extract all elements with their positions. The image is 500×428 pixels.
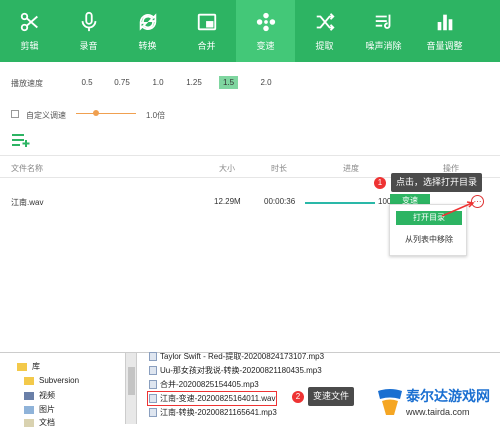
speed-option-0.75[interactable]: 0.75 (111, 76, 133, 89)
step-badge-1: 1 (374, 177, 386, 189)
divider (0, 155, 500, 156)
explorer-nav-pane: 库 Subversion 视频 图片 文档 (0, 353, 126, 427)
main-toolbar: 剪辑 录音 转换 合并 变速 提取 噪声消除 音量调整 (0, 0, 500, 62)
file-size-cell: 12.29M (214, 197, 241, 206)
tool-record[interactable]: 录音 (59, 0, 118, 62)
file-name-cell: 江南.wav (11, 198, 44, 207)
watermark-url: www.tairda.com (406, 407, 470, 417)
tool-cut[interactable]: 剪辑 (0, 0, 59, 62)
tool-label: 音量调整 (426, 40, 463, 51)
column-header-progress: 进度 (343, 164, 359, 173)
remove-from-list-item[interactable]: 从列表中移除 (390, 234, 468, 245)
audio-file-icon (149, 352, 157, 362)
site-watermark: 泰尔达游戏网 www.tairda.com (372, 381, 500, 423)
column-header-duration: 时长 (271, 164, 287, 173)
tool-noise[interactable]: 噪声消除 (354, 0, 413, 62)
custom-speed-value: 1.0倍 (146, 111, 166, 120)
speed-option-2.0[interactable]: 2.0 (255, 76, 277, 89)
speed-option-1.5[interactable]: 1.5 (219, 76, 238, 89)
column-header-name: 文件名称 (11, 164, 43, 173)
nav-scrollbar[interactable] (126, 353, 137, 424)
speed-option-1.0[interactable]: 1.0 (147, 76, 169, 89)
step-badge-2: 2 (292, 391, 304, 403)
refresh-icon (139, 12, 156, 31)
speed-icon (256, 12, 275, 31)
tool-label: 噪声消除 (365, 40, 402, 51)
scrollbar-thumb[interactable] (128, 367, 135, 395)
audio-file-icon (149, 366, 157, 376)
picture-icon (24, 405, 34, 414)
file-item[interactable]: 江南-转换-20200821165641.mp3 (149, 407, 277, 418)
callout-open-directory: 点击，选择打开目录 (391, 173, 483, 192)
file-item[interactable]: 合并-20200825154405.mp3 (149, 379, 259, 390)
speed-option-1.25[interactable]: 1.25 (183, 76, 205, 89)
speed-label: 播放速度 (11, 79, 43, 88)
merge-icon (197, 13, 216, 30)
tool-label: 剪辑 (20, 40, 39, 51)
nav-item-videos[interactable]: 视频 (24, 390, 55, 401)
nav-item-pictures[interactable]: 图片 (24, 404, 55, 415)
volume-bars-icon (437, 14, 452, 30)
folder-icon (17, 362, 27, 371)
video-icon (24, 391, 34, 400)
add-list-icon[interactable] (11, 133, 31, 147)
audio-file-icon (149, 394, 157, 404)
logo-icon (378, 389, 402, 415)
audio-file-icon (149, 380, 157, 390)
file-duration-cell: 00:00:36 (264, 197, 296, 206)
file-item[interactable]: Uu-那女孩对我说-转换-20200821180435.mp3 (149, 365, 322, 376)
column-header-size: 大小 (219, 164, 235, 173)
tool-label: 录音 (79, 40, 98, 51)
watermark-title: 泰尔达游戏网 (406, 388, 490, 404)
tool-label: 转换 (138, 40, 157, 51)
nav-item-subversion[interactable]: Subversion (24, 376, 79, 385)
custom-speed-checkbox[interactable] (11, 110, 19, 118)
callout-speed-file: 变速文件 (308, 387, 355, 406)
noise-icon (375, 14, 390, 29)
arrow-icon (441, 201, 475, 217)
tool-volume[interactable]: 音量调整 (413, 0, 476, 62)
file-item-highlighted[interactable]: 江南-变速-20200825164011.wav (146, 391, 278, 406)
folder-icon (24, 376, 34, 385)
nav-item-library[interactable]: 库 (17, 361, 40, 372)
progress-bar (305, 202, 375, 204)
tool-speed[interactable]: 变速 (236, 0, 295, 62)
speed-slider-handle[interactable] (93, 110, 99, 116)
tool-label: 变速 (256, 40, 275, 51)
speed-option-0.5[interactable]: 0.5 (76, 76, 98, 89)
audio-file-icon (149, 408, 157, 418)
scissors-icon (20, 12, 38, 31)
tool-merge[interactable]: 合并 (177, 0, 236, 62)
speed-slider-track[interactable] (76, 113, 136, 114)
file-item[interactable]: Taylor Swift - Red-提取-20200824173107.mp3 (149, 351, 324, 362)
tool-convert[interactable]: 转换 (118, 0, 177, 62)
shuffle-icon (316, 12, 335, 31)
microphone-icon (81, 11, 96, 31)
custom-speed-label: 自定义调速 (26, 111, 66, 120)
tool-label: 合并 (197, 40, 216, 51)
tool-extract[interactable]: 提取 (295, 0, 354, 62)
tool-label: 提取 (315, 40, 334, 51)
